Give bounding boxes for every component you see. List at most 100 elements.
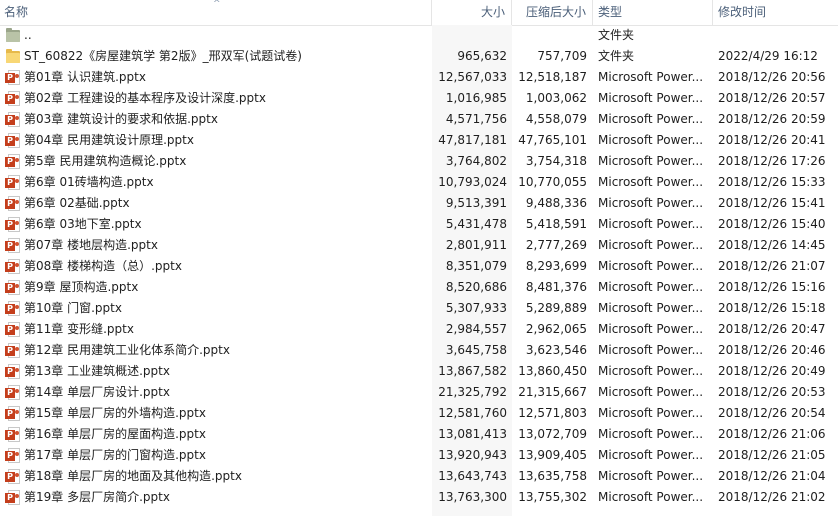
pptx-icon: P bbox=[5, 280, 21, 295]
file-compressed-size: 12,518,187 bbox=[518, 70, 587, 84]
pptx-icon: P bbox=[5, 301, 21, 316]
pptx-icon: P bbox=[5, 91, 21, 106]
file-size: 4,571,756 bbox=[445, 112, 507, 126]
file-modified-date: 2018/12/26 15:18 bbox=[718, 301, 826, 315]
file-type: Microsoft Power... bbox=[598, 427, 704, 441]
file-type: Microsoft Power... bbox=[598, 280, 704, 294]
file-size: 10,793,024 bbox=[438, 175, 507, 189]
file-size: 12,581,760 bbox=[438, 406, 507, 420]
file-row[interactable]: P 第02章 工程建设的基本程序及设计深度.pptx 1,016,985 1,003,… bbox=[0, 88, 838, 109]
file-name: 第6章 03地下室.pptx bbox=[24, 217, 142, 231]
file-row[interactable]: P 第04章 民用建筑设计原理.pptx 47,817,181 47,765,101 M… bbox=[0, 130, 838, 151]
file-name: 第14章 单层厂房设计.pptx bbox=[24, 385, 170, 399]
file-modified-date: 2018/12/26 15:41 bbox=[718, 196, 826, 210]
folder-icon bbox=[5, 49, 21, 64]
file-type: Microsoft Power... bbox=[598, 112, 704, 126]
file-row[interactable]: P 第15章 单层厂房的外墙构造.pptx 12,581,760 12,571,803… bbox=[0, 403, 838, 424]
pptx-icon: P bbox=[5, 343, 21, 358]
column-header-modified[interactable]: 修改时间 bbox=[713, 0, 838, 25]
pptx-icon: P bbox=[5, 259, 21, 274]
sort-ascending-icon: ^ bbox=[213, 0, 221, 9]
file-compressed-size: 1,003,062 bbox=[525, 91, 587, 105]
column-header-size[interactable]: 大小 bbox=[432, 0, 512, 25]
file-row[interactable]: P 第12章 民用建筑工业化体系简介.pptx 3,645,758 3,623,546… bbox=[0, 340, 838, 361]
file-modified-date: 2018/12/26 21:04 bbox=[718, 469, 826, 483]
file-type: Microsoft Power... bbox=[598, 469, 704, 483]
file-name: 第6章 01砖墙构造.pptx bbox=[24, 175, 154, 189]
column-header: 名称 ^ 大小 压缩后大小 类型 修改时间 bbox=[0, 0, 838, 26]
file-row[interactable]: P 第08章 楼梯构造（总）.pptx 8,351,079 8,293,699 Micr… bbox=[0, 256, 838, 277]
file-row[interactable]: P 第14章 单层厂房设计.pptx 21,325,792 21,315,667 Mic… bbox=[0, 382, 838, 403]
file-modified-date: 2018/12/26 21:05 bbox=[718, 448, 826, 462]
file-size: 2,984,557 bbox=[445, 322, 507, 336]
file-compressed-size: 9,488,336 bbox=[525, 196, 587, 210]
file-row[interactable]: P 第03章 建筑设计的要求和依据.pptx 4,571,756 4,558,079 M… bbox=[0, 109, 838, 130]
file-name: 第07章 楼地层构造.pptx bbox=[24, 238, 158, 252]
file-compressed-size: 5,418,591 bbox=[525, 217, 587, 231]
file-row[interactable]: P 第16章 单层厂房的屋面构造.pptx 13,081,413 13,072,709… bbox=[0, 424, 838, 445]
file-name: 第11章 变形缝.pptx bbox=[24, 322, 134, 336]
file-size: 3,645,758 bbox=[445, 343, 507, 357]
file-row[interactable]: P 第6章 03地下室.pptx 5,431,478 5,418,591 Microso… bbox=[0, 214, 838, 235]
file-compressed-size: 5,289,889 bbox=[525, 301, 587, 315]
pptx-icon: P bbox=[5, 364, 21, 379]
file-modified-date: 2018/12/26 15:40 bbox=[718, 217, 826, 231]
file-modified-date: 2018/12/26 20:47 bbox=[718, 322, 826, 336]
file-size: 8,351,079 bbox=[445, 259, 507, 273]
file-name: 第12章 民用建筑工业化体系简介.pptx bbox=[24, 343, 230, 357]
file-modified-date: 2018/12/26 20:41 bbox=[718, 133, 826, 147]
file-name: 第6章 02基础.pptx bbox=[24, 196, 130, 210]
pptx-icon: P bbox=[5, 133, 21, 148]
file-type: Microsoft Power... bbox=[598, 238, 704, 252]
file-type: 文件夹 bbox=[598, 28, 635, 42]
column-header-type[interactable]: 类型 bbox=[593, 0, 713, 25]
file-compressed-size: 13,909,405 bbox=[518, 448, 587, 462]
file-name: 第03章 建筑设计的要求和依据.pptx bbox=[24, 112, 218, 126]
file-name: 第19章 多层厂房简介.pptx bbox=[24, 490, 170, 504]
file-modified-date: 2018/12/26 20:59 bbox=[718, 112, 826, 126]
file-compressed-size: 2,962,065 bbox=[525, 322, 587, 336]
pptx-icon: P bbox=[5, 196, 21, 211]
file-row[interactable]: P 第17章 单层厂房的门窗构造.pptx 13,920,943 13,909,405… bbox=[0, 445, 838, 466]
pptx-icon: P bbox=[5, 112, 21, 127]
pptx-icon: P bbox=[5, 469, 21, 484]
file-row[interactable]: .. 文件夹 bbox=[0, 25, 838, 46]
file-compressed-size: 13,072,709 bbox=[518, 427, 587, 441]
column-header-compressed-size[interactable]: 压缩后大小 bbox=[512, 0, 593, 25]
file-type: Microsoft Power... bbox=[598, 217, 704, 231]
file-size: 5,431,478 bbox=[445, 217, 507, 231]
file-name: 第04章 民用建筑设计原理.pptx bbox=[24, 133, 194, 147]
file-modified-date: 2018/12/26 20:46 bbox=[718, 343, 826, 357]
file-row[interactable]: P 第13章 工业建筑概述.pptx 13,867,582 13,860,450 Mic… bbox=[0, 361, 838, 382]
file-compressed-size bbox=[512, 25, 587, 46]
file-name: 第15章 单层厂房的外墙构造.pptx bbox=[24, 406, 206, 420]
file-row[interactable]: P 第11章 变形缝.pptx 2,984,557 2,962,065 Microsof… bbox=[0, 319, 838, 340]
file-row[interactable]: P 第10章 门窗.pptx 5,307,933 5,289,889 Microsoft… bbox=[0, 298, 838, 319]
file-name: 第9章 屋顶构造.pptx bbox=[24, 280, 139, 294]
file-row[interactable]: P 第5章 民用建筑构造概论.pptx 3,764,802 3,754,318 Micr… bbox=[0, 151, 838, 172]
file-row[interactable]: P 第9章 屋顶构造.pptx 8,520,686 8,481,376 Microsof… bbox=[0, 277, 838, 298]
file-size: 13,920,943 bbox=[438, 448, 507, 462]
file-size bbox=[432, 25, 507, 46]
file-type: Microsoft Power... bbox=[598, 301, 704, 315]
file-modified-date: 2018/12/26 21:06 bbox=[718, 427, 826, 441]
file-row[interactable]: P 第01章 认识建筑.pptx 12,567,033 12,518,187 Micro… bbox=[0, 67, 838, 88]
file-name: .. bbox=[24, 28, 32, 42]
file-modified-date bbox=[718, 25, 836, 46]
file-compressed-size: 3,754,318 bbox=[525, 154, 587, 168]
file-size: 3,764,802 bbox=[445, 154, 507, 168]
pptx-icon: P bbox=[5, 70, 21, 85]
file-row[interactable]: P 第18章 单层厂房的地面及其他构造.pptx 13,643,743 13,635,… bbox=[0, 466, 838, 487]
file-row[interactable]: ST_60822《房屋建筑学 第2版》_邢双军(试题试卷) 965,632 757,… bbox=[0, 46, 838, 67]
file-name: ST_60822《房屋建筑学 第2版》_邢双军(试题试卷) bbox=[24, 49, 302, 63]
file-compressed-size: 13,860,450 bbox=[518, 364, 587, 378]
file-name: 第13章 工业建筑概述.pptx bbox=[24, 364, 170, 378]
file-modified-date: 2018/12/26 17:26 bbox=[718, 154, 826, 168]
file-row[interactable]: P 第6章 02基础.pptx 9,513,391 9,488,336 Microsof… bbox=[0, 193, 838, 214]
file-type: Microsoft Power... bbox=[598, 364, 704, 378]
file-compressed-size: 13,755,302 bbox=[518, 490, 587, 504]
file-row[interactable]: P 第19章 多层厂房简介.pptx 13,763,300 13,755,302 Mic… bbox=[0, 487, 838, 508]
file-type: Microsoft Power... bbox=[598, 70, 704, 84]
file-row[interactable]: P 第07章 楼地层构造.pptx 2,801,911 2,777,269 Micros… bbox=[0, 235, 838, 256]
file-row[interactable]: P 第6章 01砖墙构造.pptx 10,793,024 10,770,055 Micr… bbox=[0, 172, 838, 193]
